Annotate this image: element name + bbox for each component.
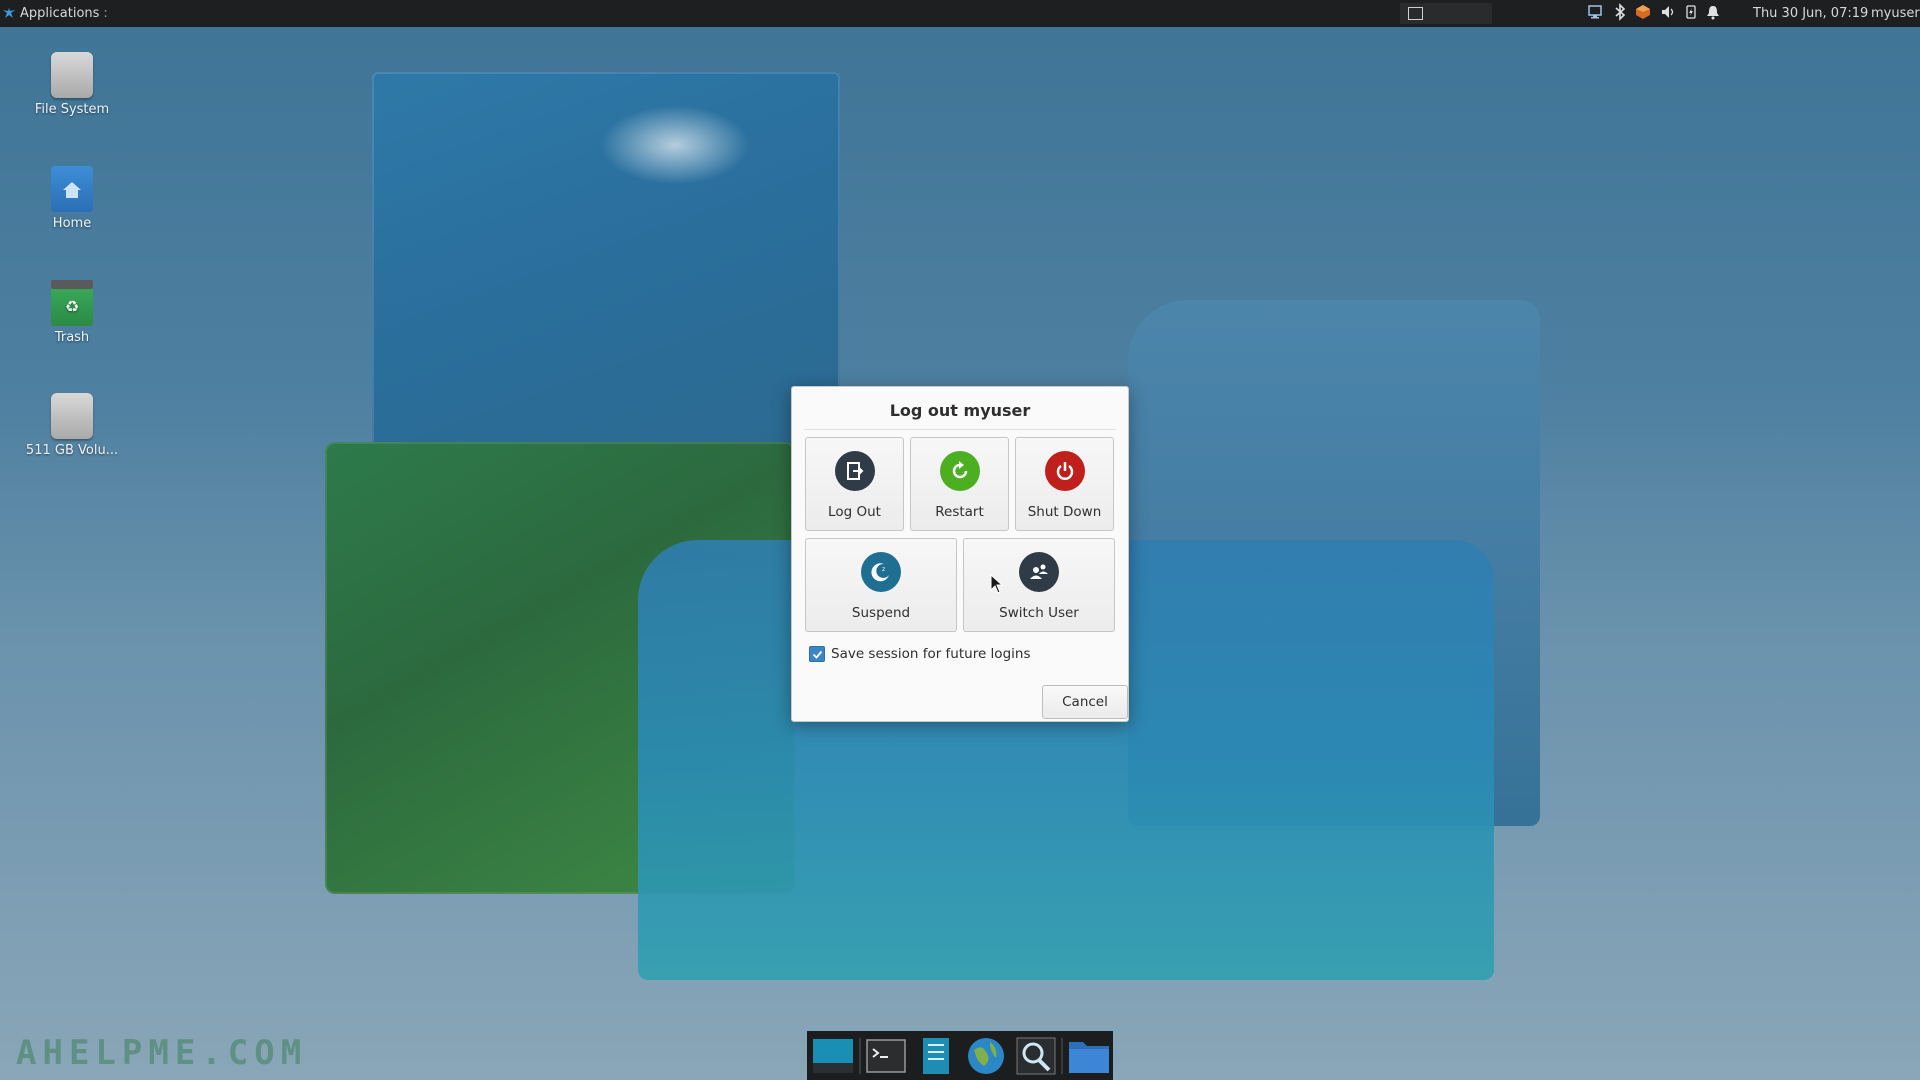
home-folder-icon <box>51 166 93 212</box>
logout-icon <box>834 451 875 491</box>
dock <box>807 1031 1113 1080</box>
window-list-button[interactable] <box>1400 3 1492 24</box>
mouse-cursor-icon <box>990 574 1004 594</box>
logout-dialog: Log out myuser Log Out Restart Shut Down… <box>791 386 1129 722</box>
drive-icon <box>51 393 93 439</box>
suspend-button[interactable]: z Suspend <box>805 538 957 632</box>
log-out-button[interactable]: Log Out <box>805 437 904 531</box>
desktop-icon-file-system[interactable]: File System <box>17 52 127 117</box>
switch-user-icon <box>1019 552 1059 592</box>
applications-menu[interactable]: Applications : <box>2 0 108 27</box>
desktop-icon-label: Trash <box>54 330 90 345</box>
save-session-checkbox[interactable] <box>809 646 825 662</box>
save-session-label: Save session for future logins <box>831 646 1031 662</box>
applications-suffix: : <box>103 6 108 21</box>
notification-bell-icon[interactable] <box>1706 4 1720 24</box>
dialog-separator <box>804 429 1116 430</box>
network-icon[interactable] <box>1587 4 1605 24</box>
file-manager-icon <box>923 1037 950 1074</box>
wallpaper-cloud <box>600 105 750 185</box>
watermark: AHELPME.COM <box>16 1033 308 1073</box>
checkmark-icon <box>812 650 822 659</box>
trash-icon: ♻ <box>51 280 93 326</box>
package-update-icon[interactable] <box>1635 4 1651 24</box>
xfce-logo-icon <box>3 7 15 18</box>
desktop-icon-trash[interactable]: ♻ Trash <box>17 280 127 345</box>
desktop-icon-label: File System <box>34 102 110 117</box>
dialog-title: Log out myuser <box>889 401 1031 420</box>
dock-separator <box>1061 1037 1064 1074</box>
suspend-moon-icon: z <box>861 552 901 592</box>
dock-separator <box>858 1037 861 1074</box>
desktop-icon-volume[interactable]: 511 GB Volu... <box>17 393 127 458</box>
top-panel: Applications : Thu 30 Jun, 07:19 myuser <box>0 0 1920 27</box>
user-menu[interactable]: myuser <box>1871 0 1920 27</box>
bluetooth-icon[interactable] <box>1614 2 1626 25</box>
drive-icon <box>51 52 93 98</box>
web-browser-button[interactable] <box>962 1034 1010 1078</box>
svg-text:♻: ♻ <box>65 297 79 316</box>
show-desktop-icon <box>812 1038 853 1073</box>
svg-text:z: z <box>882 566 885 573</box>
terminal-button[interactable] <box>863 1034 911 1078</box>
desktop-icon-label: Home <box>52 216 92 231</box>
switch-user-label: Switch User <box>999 605 1079 621</box>
switch-user-button[interactable]: Switch User <box>963 538 1115 632</box>
folder-button[interactable] <box>1065 1034 1113 1078</box>
suspend-label: Suspend <box>851 605 911 621</box>
system-tray <box>1587 0 1720 27</box>
power-icon[interactable] <box>1685 4 1697 24</box>
app-finder-button[interactable] <box>1012 1034 1060 1078</box>
restart-button[interactable]: Restart <box>910 437 1009 531</box>
file-manager-button[interactable] <box>912 1034 960 1078</box>
shut-down-label: Shut Down <box>1027 504 1102 520</box>
applications-label: Applications <box>20 6 100 21</box>
log-out-label: Log Out <box>828 504 881 520</box>
show-desktop-button[interactable] <box>809 1034 857 1078</box>
shut-down-button[interactable]: Shut Down <box>1015 437 1114 531</box>
clock[interactable]: Thu 30 Jun, 07:19 <box>1753 0 1868 27</box>
cancel-button[interactable]: Cancel <box>1042 685 1128 719</box>
folder-icon <box>1069 1041 1110 1073</box>
restart-label: Restart <box>935 504 984 520</box>
web-browser-icon <box>967 1037 1004 1074</box>
terminal-icon <box>866 1038 907 1073</box>
power-icon <box>1044 451 1085 491</box>
desktop-icon-label: 511 GB Volu... <box>25 443 119 458</box>
desktop-icon-home[interactable]: Home <box>17 166 127 231</box>
restart-icon <box>939 451 980 491</box>
window-icon <box>1408 7 1423 20</box>
save-session-row[interactable]: Save session for future logins <box>809 646 1030 662</box>
app-finder-icon <box>1016 1037 1055 1074</box>
volume-icon[interactable] <box>1660 4 1676 24</box>
